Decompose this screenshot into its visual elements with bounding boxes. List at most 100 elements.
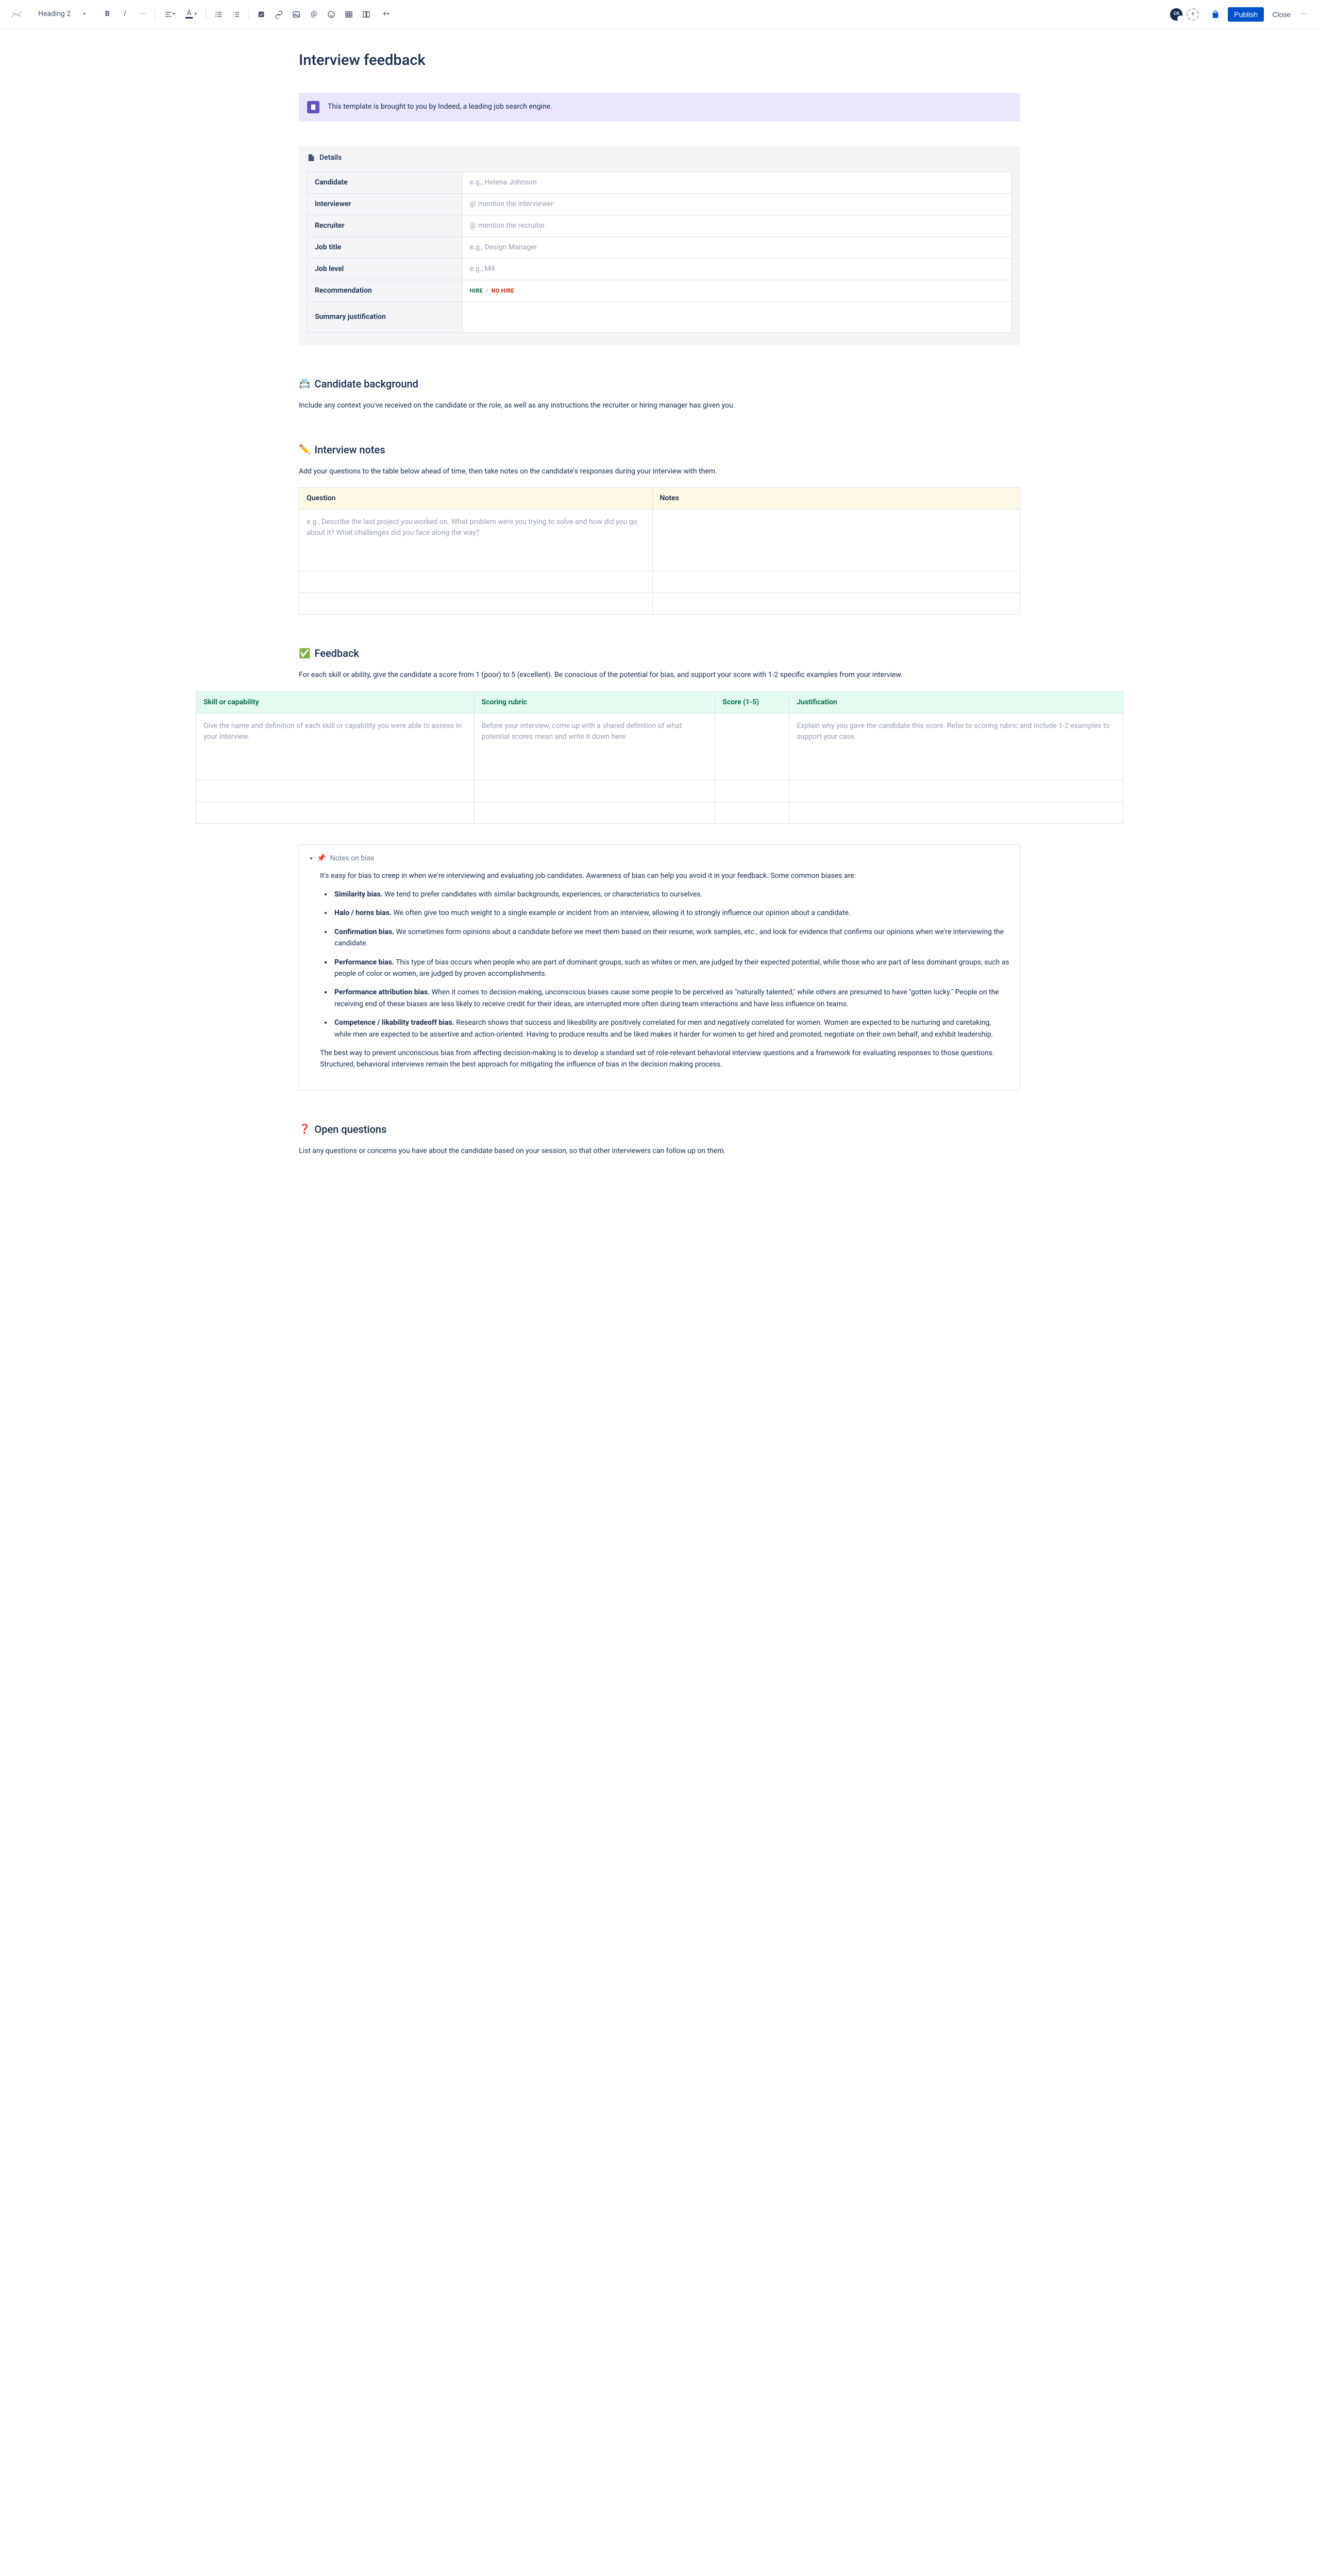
- detail-label: Recruiter: [308, 215, 463, 236]
- numbered-list-button[interactable]: 123: [228, 6, 244, 23]
- details-table[interactable]: Candidatee.g., Helena Johnson Interviewe…: [307, 172, 1012, 333]
- separator: [248, 8, 249, 21]
- more-format-button[interactable]: ···: [134, 6, 150, 23]
- detail-value[interactable]: @ mention the interviewer: [462, 193, 1011, 215]
- table-cell[interactable]: Give the name and definition of each ski…: [196, 713, 475, 780]
- table-cell[interactable]: [652, 593, 1020, 615]
- svg-text:3: 3: [233, 15, 234, 18]
- table-cell[interactable]: Before your interview, come up with a sh…: [474, 713, 715, 780]
- table-header: Scoring rubric: [474, 691, 715, 713]
- restrictions-button[interactable]: [1207, 6, 1224, 23]
- emoji-icon: 📇: [299, 377, 310, 391]
- table-cell[interactable]: [652, 571, 1020, 593]
- table-header: Notes: [652, 488, 1020, 510]
- page-title[interactable]: Interview feedback: [299, 49, 1020, 72]
- chevron-down-icon: ▾: [83, 10, 86, 18]
- emoji-icon: ✏️: [299, 443, 310, 456]
- bias-list: Similarity bias. We tend to prefer candi…: [320, 889, 1009, 1040]
- section-text[interactable]: Include any context you've received on t…: [299, 400, 1020, 411]
- confluence-logo-icon: [10, 8, 23, 21]
- table-cell[interactable]: [715, 713, 789, 780]
- table-cell[interactable]: [196, 780, 475, 802]
- publish-button[interactable]: Publish: [1228, 7, 1264, 22]
- detail-label: Candidate: [308, 172, 463, 193]
- detail-value[interactable]: e.g., Helena Johnson: [462, 172, 1011, 193]
- expand-title: Notes on bias: [330, 853, 374, 864]
- emoji-icon: ❓: [299, 1122, 310, 1136]
- emoji-icon: ✅: [299, 647, 310, 660]
- table-cell[interactable]: [789, 802, 1123, 823]
- text-color-button[interactable]: A▾: [181, 6, 201, 23]
- table-cell[interactable]: [299, 571, 653, 593]
- details-panel: Details Candidatee.g., Helena Johnson In…: [299, 146, 1020, 345]
- table-cell[interactable]: [196, 802, 475, 823]
- bias-expand-panel: ▾ 📌 Notes on bias It's easy for bias to …: [299, 844, 1020, 1091]
- panel-title: Details: [319, 152, 342, 163]
- recommendation-value[interactable]: HIRE/NO HIRE: [462, 280, 1011, 301]
- bullet-list-button[interactable]: [210, 6, 227, 23]
- table-header: Justification: [789, 691, 1123, 713]
- table-cell[interactable]: [652, 510, 1020, 571]
- section-text[interactable]: For each skill or ability, give the cand…: [299, 669, 1020, 681]
- section-heading[interactable]: ❓Open questions: [299, 1122, 1020, 1137]
- info-callout: This template is brought to you by Indee…: [299, 93, 1020, 122]
- more-menu-button[interactable]: ···: [1299, 7, 1309, 22]
- callout-text: This template is brought to you by Indee…: [328, 101, 552, 112]
- section-heading[interactable]: ✏️Interview notes: [299, 442, 1020, 457]
- detail-value[interactable]: @ mention the recruiter: [462, 215, 1011, 236]
- editor-toolbar: Heading 2▾ B I ··· ▾ A▾ 123 @ +▾ CK + Pu…: [0, 0, 1319, 29]
- layout-button[interactable]: [358, 6, 375, 23]
- image-button[interactable]: [288, 6, 305, 23]
- table-cell[interactable]: [474, 802, 715, 823]
- bias-intro: It's easy for bias to creep in when we'r…: [320, 870, 1009, 882]
- list-item: Halo / horns bias. We often give too muc…: [332, 907, 1009, 919]
- link-button[interactable]: [270, 6, 287, 23]
- action-item-button[interactable]: [253, 6, 269, 23]
- table-cell[interactable]: [299, 593, 653, 615]
- insert-button[interactable]: +▾: [376, 6, 396, 23]
- detail-label: Interviewer: [308, 193, 463, 215]
- detail-label: Job level: [308, 258, 463, 280]
- expand-content[interactable]: It's easy for bias to creep in when we'r…: [310, 870, 1009, 1071]
- detail-value[interactable]: e.g., M4: [462, 258, 1011, 280]
- section-heading[interactable]: ✅Feedback: [299, 646, 1020, 661]
- table-cell[interactable]: e.g., Describe the last project you work…: [299, 510, 653, 571]
- mention-button[interactable]: @: [306, 6, 322, 23]
- user-avatar[interactable]: CK: [1170, 8, 1182, 21]
- table-cell[interactable]: [715, 802, 789, 823]
- table-button[interactable]: [341, 6, 357, 23]
- table-cell[interactable]: Explain why you gave the candidate this …: [789, 713, 1123, 780]
- bias-outro: The best way to prevent unconscious bias…: [320, 1047, 1009, 1071]
- feedback-table[interactable]: Skill or capability Scoring rubric Score…: [196, 691, 1123, 824]
- detail-label: Recommendation: [308, 280, 463, 301]
- list-item: Confirmation bias. We sometimes form opi…: [332, 926, 1009, 950]
- page-content: Interview feedback This template is brou…: [268, 29, 1051, 1383]
- list-item: Performance attribution bias. When it co…: [332, 987, 1009, 1010]
- table-cell[interactable]: [474, 780, 715, 802]
- emoji-button[interactable]: [323, 6, 340, 23]
- summary-value[interactable]: [462, 301, 1011, 332]
- detail-label: Job title: [308, 236, 463, 258]
- table-cell[interactable]: [789, 780, 1123, 802]
- chevron-down-icon: ▾: [310, 854, 313, 863]
- add-person-button[interactable]: +: [1187, 8, 1199, 21]
- interview-notes-table[interactable]: QuestionNotes e.g., Describe the last pr…: [299, 487, 1020, 615]
- section-text[interactable]: List any questions or concerns you have …: [299, 1145, 1020, 1157]
- table-cell[interactable]: [715, 780, 789, 802]
- list-item: Competence / likability tradeoff bias. R…: [332, 1017, 1009, 1040]
- section-text[interactable]: Add your questions to the table below ah…: [299, 466, 1020, 477]
- panel-icon: [307, 101, 319, 113]
- expand-toggle[interactable]: ▾ 📌 Notes on bias: [310, 853, 1009, 864]
- close-button[interactable]: Close: [1268, 7, 1295, 22]
- list-item: Performance bias. This type of bias occu…: [332, 957, 1009, 980]
- italic-button[interactable]: I: [116, 6, 133, 23]
- detail-value[interactable]: e.g., Design Manager: [462, 236, 1011, 258]
- file-icon: [307, 154, 315, 162]
- pin-icon: 📌: [317, 853, 326, 864]
- table-header: Score (1-5): [715, 691, 789, 713]
- section-heading[interactable]: 📇Candidate background: [299, 376, 1020, 392]
- heading-style-select[interactable]: Heading 2▾: [34, 7, 90, 22]
- table-header: Skill or capability: [196, 691, 475, 713]
- bold-button[interactable]: B: [99, 6, 115, 23]
- align-button[interactable]: ▾: [159, 6, 180, 23]
